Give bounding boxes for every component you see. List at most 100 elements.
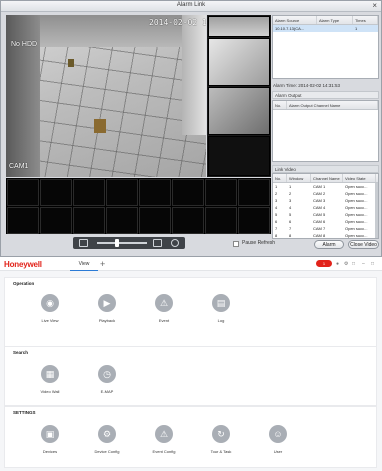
- fullscreen-icon[interactable]: [171, 239, 179, 247]
- bottom-video-strip: [6, 178, 271, 234]
- video-tile[interactable]: [7, 207, 39, 234]
- map-icon: ◷: [103, 369, 111, 379]
- video-tile[interactable]: [106, 179, 138, 206]
- operation-section: Operation ◉ Live View ▶ Playback ⚠ Event…: [4, 277, 377, 347]
- camera-icon: ◉: [46, 298, 54, 308]
- column-header[interactable]: No.: [273, 174, 287, 182]
- video-tile[interactable]: [208, 16, 270, 37]
- video-tile[interactable]: [208, 136, 270, 176]
- video-nohdd-label: No HDD: [11, 41, 38, 48]
- video-tile[interactable]: [238, 207, 270, 234]
- close-video-button[interactable]: Close Video: [348, 240, 379, 249]
- video-tile[interactable]: [73, 207, 105, 234]
- tile-label: Live View: [41, 318, 59, 323]
- lock-icon[interactable]: □: [352, 260, 355, 268]
- table-row[interactable]: 10.10.7.13(CA... 1: [273, 25, 378, 32]
- table-cell: Open succ...: [345, 191, 368, 196]
- table-cell: CAM 6: [313, 219, 326, 224]
- table-cell: CAM 3: [313, 198, 326, 203]
- column-header[interactable]: No.: [273, 101, 287, 109]
- table-row[interactable]: 7 7 CAM 7 Open succ...: [273, 225, 378, 232]
- video-tile[interactable]: [208, 87, 270, 135]
- video-tile[interactable]: [172, 207, 204, 234]
- notification-count: 1: [322, 261, 326, 266]
- column-header[interactable]: Video State: [343, 174, 376, 182]
- video-control-bar: [73, 237, 185, 249]
- video-object: [68, 59, 74, 67]
- scrollbar[interactable]: [375, 183, 378, 238]
- tile-icon-circle: ▤: [212, 294, 230, 312]
- section-title: Search: [13, 350, 29, 355]
- close-icon[interactable]: ×: [372, 1, 377, 11]
- table-row[interactable]: 2 2 CAM 2 Open succ...: [273, 190, 378, 197]
- table-row[interactable]: 5 5 CAM 5 Open succ...: [273, 211, 378, 218]
- layout-icon[interactable]: [79, 239, 88, 247]
- column-header[interactable]: Channel Name: [311, 174, 343, 182]
- video-tile[interactable]: [205, 179, 237, 206]
- alarm-link-window: Alarm Link × 2014-02-02 14:36:19 No HDD …: [0, 0, 382, 257]
- table-row[interactable]: 1 1 CAM 1 Open succ...: [273, 183, 378, 190]
- minimize-icon[interactable]: –: [362, 260, 365, 268]
- column-header[interactable]: Alarm Output Channel Name: [287, 101, 378, 109]
- table-cell: Open succ...: [345, 212, 368, 217]
- video-tile[interactable]: [40, 179, 72, 206]
- tab-view[interactable]: View: [70, 258, 98, 271]
- zoom-slider-track[interactable]: [97, 242, 147, 244]
- table-cell: Open succ...: [345, 219, 368, 224]
- side-video-column: [207, 15, 271, 177]
- video-tile[interactable]: [40, 207, 72, 234]
- tile-label: Tour & Task: [210, 449, 232, 454]
- column-header[interactable]: Times: [353, 16, 378, 24]
- table-header: No. Window Channel Name Video State: [273, 174, 378, 183]
- table-cell: 7: [275, 226, 278, 231]
- tile-icon-circle: ↻: [212, 425, 230, 443]
- table-cell: 1: [289, 184, 292, 189]
- tile-label: Log: [217, 318, 225, 323]
- add-tab-icon[interactable]: +: [100, 258, 105, 270]
- video-tile[interactable]: [208, 38, 270, 86]
- honeywell-app: Honeywell View + 1 ● ⚙ □ – □ Operation ◉…: [0, 258, 382, 471]
- pause-refresh-checkbox[interactable]: [233, 241, 239, 247]
- alarm-time: Alarm Time: 2014-02-02 14:31:53: [273, 83, 341, 88]
- tile-label: Video Wall: [40, 389, 60, 394]
- video-tile[interactable]: [238, 179, 270, 206]
- column-header[interactable]: Alarm Source: [273, 16, 317, 24]
- app-header: Honeywell View + 1 ● ⚙ □ – □: [0, 258, 382, 271]
- grid-icon[interactable]: [153, 239, 162, 247]
- video-tile[interactable]: [7, 179, 39, 206]
- table-cell: Open succ...: [345, 233, 368, 238]
- gear-icon: ⚙: [102, 429, 112, 439]
- table-row[interactable]: 6 6 CAM 6 Open succ...: [273, 218, 378, 225]
- device-icon: ▣: [45, 429, 55, 439]
- video-tile[interactable]: [172, 179, 204, 206]
- event-config-icon: ⚠: [159, 429, 169, 439]
- alarm-output-table: No. Alarm Output Channel Name: [272, 100, 379, 162]
- tile-label: Playback: [98, 318, 116, 323]
- zoom-slider-handle[interactable]: [115, 239, 119, 247]
- main-video-view[interactable]: 2014-02-02 14:36:19 No HDD CAM1: [6, 15, 206, 177]
- tile-icon-circle: ⚙: [98, 425, 116, 443]
- user-icon[interactable]: ●: [336, 260, 339, 268]
- refresh-icon: ↻: [217, 429, 225, 439]
- video-tile[interactable]: [139, 207, 171, 234]
- table-row[interactable]: 4 4 CAM 4 Open succ...: [273, 204, 378, 211]
- table-row[interactable]: 8 8 CAM 8 Open succ...: [273, 232, 378, 238]
- video-tile[interactable]: [73, 179, 105, 206]
- table-cell: CAM 7: [313, 226, 326, 231]
- video-wall-left: [6, 15, 40, 177]
- table-cell: CAM 8: [313, 233, 326, 238]
- video-tile[interactable]: [205, 207, 237, 234]
- video-tile[interactable]: [139, 179, 171, 206]
- video-tile[interactable]: [106, 207, 138, 234]
- pause-refresh-label: Pause Refresh: [242, 240, 276, 246]
- alarm-button[interactable]: Alarm: [314, 240, 344, 249]
- column-header[interactable]: Alarm Type: [317, 16, 353, 24]
- maximize-icon[interactable]: □: [371, 260, 374, 268]
- table-cell: 1: [355, 26, 358, 31]
- table-row[interactable]: 3 3 CAM 3 Open succ...: [273, 197, 378, 204]
- column-header[interactable]: Window: [287, 174, 311, 182]
- table-cell: 2: [289, 191, 292, 196]
- table-cell: CAM 1: [313, 184, 326, 189]
- notification-badge[interactable]: 1: [316, 260, 332, 267]
- gear-icon[interactable]: ⚙: [344, 260, 348, 268]
